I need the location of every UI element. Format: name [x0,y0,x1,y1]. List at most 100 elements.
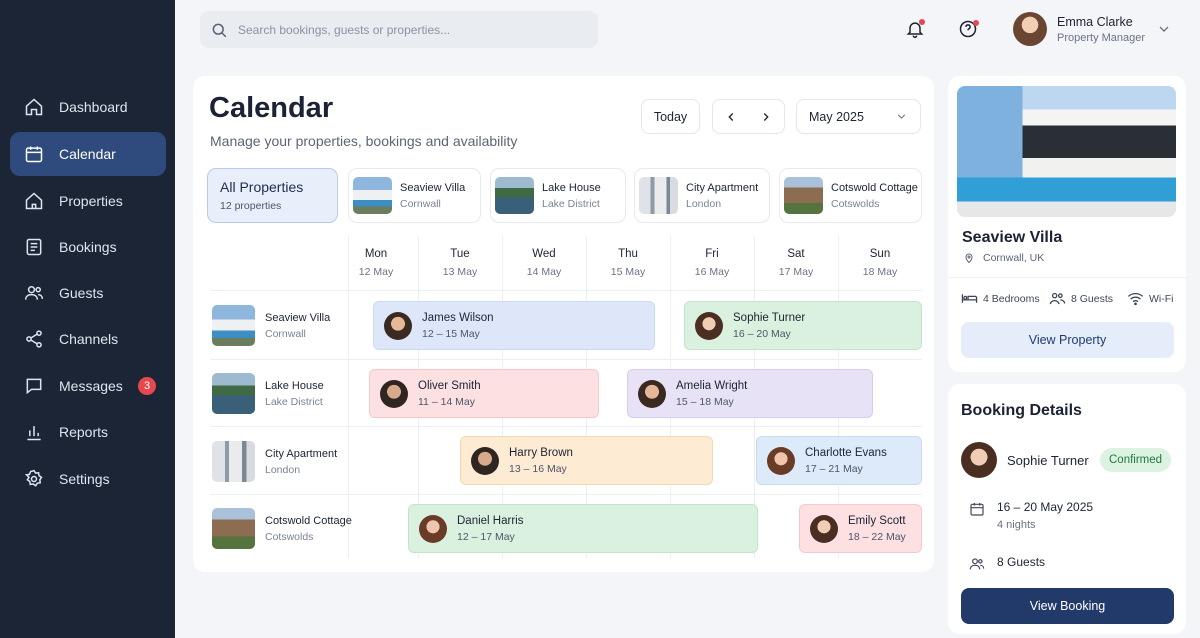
day-date: 15 May [610,266,646,278]
month-select-value: May 2025 [809,109,864,124]
booking-oliver-smith[interactable]: Oliver Smith 11 – 14 May [369,369,599,418]
row-property-name: Cotswold Cottage [265,514,352,527]
day-date: 14 May [526,266,562,278]
sidebar-item-bookings[interactable]: Bookings [10,225,166,269]
user-menu[interactable]: Emma Clarke Property Manager [1013,12,1145,46]
avatar [1013,12,1047,46]
sidebar-item-properties[interactable]: Properties [10,179,166,223]
date-navigation [712,99,785,134]
booking-dates-row: 16 – 20 May 2025 4 nights [969,500,1093,531]
row-property-name: City Apartment [265,447,338,460]
tab-cotswold-cottage[interactable]: Cotswold Cottage Cotswolds [779,168,922,223]
sidebar-item-channels[interactable]: Channels [10,317,166,361]
tab-location: Cornwall [400,197,441,210]
help-button[interactable] [955,16,981,42]
row-property-cotswold-cottage[interactable]: Cotswold Cottage Cotswolds [212,508,352,549]
sidebar-item-label: Messages [59,378,123,394]
row-property-location: Lake District [265,395,323,408]
avatar [419,514,447,543]
avatar [767,446,795,475]
row-property-seaview-villa[interactable]: Seaview Villa Cornwall [212,305,330,346]
booking-sophie-turner[interactable]: Sophie Turner 16 – 20 May [684,301,922,350]
property-photo [957,86,1176,217]
property-location: Cornwall, UK [963,252,1044,264]
tab-location: London [686,197,722,210]
booking-guest: James Wilson [422,311,494,324]
house-icon [25,192,43,210]
booking-emily-scott[interactable]: Emily Scott 18 – 22 May [799,504,922,553]
sidebar-item-guests[interactable]: Guests [10,271,166,315]
sidebar-item-label: Properties [59,193,123,209]
sidebar-item-reports[interactable]: Reports [10,410,166,454]
property-thumbnail [639,177,678,214]
document-icon [26,238,42,256]
booking-guests-row: 8 Guests [969,555,1045,572]
booking-amelia-wright[interactable]: Amelia Wright 15 – 18 May [627,369,873,418]
booking-dates: 13 – 16 May [509,462,567,475]
view-property-button[interactable]: View Property [961,322,1174,358]
booking-guest: Daniel Harris [457,514,524,527]
sidebar-item-dashboard[interactable]: Dashboard [10,85,166,129]
day-date: 18 May [862,266,898,278]
chevron-right-icon [764,112,769,121]
status-badge: Confirmed [1100,448,1172,472]
tab-seaview-villa[interactable]: Seaview Villa Cornwall [348,168,481,223]
divider [948,277,1186,278]
notification-dot [919,19,925,25]
day-name: Tue [450,248,470,260]
avatar [695,311,723,340]
calendar-icon [25,146,43,163]
sidebar-item-messages[interactable]: Messages 3 [10,364,166,408]
property-thumbnail [495,177,534,214]
view-booking-button[interactable]: View Booking [961,588,1174,624]
today-button[interactable]: Today [641,99,700,134]
row-property-location: Cornwall [265,327,306,340]
amenity-wifi: Wi-Fi [1127,291,1174,306]
booking-daniel-harris[interactable]: Daniel Harris 12 – 17 May [408,504,758,553]
search-bar[interactable] [200,11,598,48]
tab-all-properties[interactable]: All Properties 12 properties [207,168,338,223]
booking-charlotte-evans[interactable]: Charlotte Evans 17 – 21 May [756,436,922,485]
chevron-down-icon [897,114,906,119]
property-location-text: Cornwall, UK [983,252,1045,264]
row-property-lake-house[interactable]: Lake House Lake District [212,373,324,414]
sidebar-item-label: Guests [59,285,104,301]
booking-harry-brown[interactable]: Harry Brown 13 – 16 May [460,436,713,485]
search-icon [212,23,227,37]
amenity-label: Wi-Fi [1149,292,1174,305]
avatar [471,446,499,475]
chevron-down-icon[interactable] [1156,21,1172,37]
row-property-name: Seaview Villa [265,311,331,324]
tab-label: All Properties [220,179,304,195]
share-icon [26,330,42,348]
booking-james-wilson[interactable]: James Wilson 12 – 15 May [373,301,655,350]
home-icon [25,98,43,116]
booking-dates: 15 – 18 May [676,395,734,408]
row-property-city-apartment[interactable]: City Apartment London [212,441,337,482]
booking-dates: 16 – 20 May 2025 [997,500,1094,514]
sidebar-item-settings[interactable]: Settings [10,457,166,501]
property-thumbnail [212,373,255,414]
month-select[interactable]: May 2025 [796,99,921,134]
next-button[interactable] [749,100,785,133]
sidebar-item-label: Calendar [59,146,116,162]
property-thumbnail [212,441,255,482]
avatar [638,379,666,408]
avatar [810,514,838,543]
booking-dates: 12 – 15 May [422,327,480,340]
tab-label: Seaview Villa [400,181,466,194]
tab-lake-house[interactable]: Lake House Lake District [490,168,626,223]
booking-guest: Amelia Wright [676,379,748,392]
users-icon [1049,292,1066,305]
help-dot [973,20,979,26]
day-date: 13 May [442,266,478,278]
search-input[interactable] [238,22,578,37]
prev-button[interactable] [713,100,749,133]
notifications-button[interactable] [902,16,928,42]
day-header: Sat 17 May [754,248,838,278]
tab-city-apartment[interactable]: City Apartment London [634,168,770,223]
tab-label: Cotswold Cottage [831,181,918,194]
sidebar-item-calendar[interactable]: Calendar [10,132,166,176]
property-thumbnail [784,177,823,214]
avatar [961,442,997,478]
